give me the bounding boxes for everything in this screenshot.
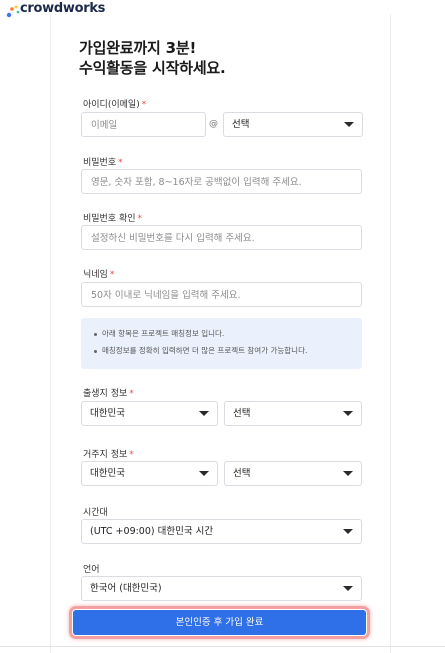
verify-and-signup-button[interactable]: 본인인증 후 가입 완료 (73, 610, 366, 635)
nickname-input[interactable] (82, 284, 361, 307)
password-field[interactable] (81, 169, 362, 194)
residence-label-text: 거주지 정보 (83, 450, 128, 460)
language-label: 언어 (83, 565, 100, 575)
chevron-down-icon (199, 411, 209, 416)
password-input[interactable] (82, 171, 361, 194)
residence-label: 거주지 정보 * (83, 447, 134, 460)
password-confirm-label: 비밀번호 확인 * (83, 211, 142, 224)
birthplace-region-value: 선택 (233, 408, 251, 419)
chevron-down-icon (343, 471, 353, 476)
password-confirm-field[interactable] (81, 225, 362, 250)
notice-text: 아래 항목은 프로젝트 매칭정보 입니다. (102, 329, 225, 338)
headline-line1: 가입완료까지 3분! (79, 39, 197, 57)
residence-country-value: 대한민국 (90, 468, 125, 479)
password-confirm-label-text: 비밀번호 확인 (83, 214, 136, 224)
residence-country-select[interactable]: 대한민국 (81, 461, 218, 486)
notice-item: 아래 항목은 프로젝트 매칭정보 입니다. (94, 325, 362, 342)
at-symbol: @ (209, 119, 218, 129)
email-label-text: 아이디(이메일) (83, 100, 140, 110)
matching-info-notice: 아래 항목은 프로젝트 매칭정보 입니다. 매칭정보를 정확히 입력하면 더 많… (81, 318, 362, 369)
nickname-label: 닉네임 * (83, 267, 114, 280)
notice-text: 매칭정보를 정확히 입력하면 더 많은 프로젝트 참여가 가능합니다. (102, 346, 308, 355)
birthplace-country-value: 대한민국 (90, 408, 125, 419)
chevron-down-icon (343, 586, 353, 591)
required-mark: * (118, 158, 123, 168)
chevron-down-icon (199, 471, 209, 476)
bullet-icon (94, 349, 97, 353)
birthplace-label-text: 출생지 정보 (83, 389, 128, 399)
birthplace-region-select[interactable]: 선택 (224, 401, 362, 426)
required-mark: * (141, 100, 147, 110)
divider (0, 646, 445, 647)
birthplace-country-select[interactable]: 대한민국 (81, 401, 218, 426)
language-value: 한국어 (대한민국) (90, 583, 162, 594)
email-input[interactable] (82, 114, 205, 137)
timezone-value: (UTC +09:00) 대한민국 시간 (90, 526, 214, 537)
headline-line2: 수익활동을 시작하세요. (79, 59, 226, 77)
language-select[interactable]: 한국어 (대한민국) (81, 576, 362, 601)
birthplace-label: 출생지 정보 * (83, 386, 134, 399)
required-mark: * (137, 214, 143, 224)
crowdworks-logo-icon (6, 5, 20, 18)
password-label-text: 비밀번호 (83, 158, 117, 168)
password-confirm-input[interactable] (82, 227, 361, 250)
required-mark: * (109, 270, 115, 280)
notice-item: 매칭정보를 정확히 입력하면 더 많은 프로젝트 참여가 가능합니다. (94, 342, 362, 359)
chevron-down-icon (343, 411, 353, 416)
timezone-select[interactable]: (UTC +09:00) 대한민국 시간 (81, 519, 362, 544)
email-label: 아이디(이메일) * (83, 97, 146, 110)
email-field[interactable] (81, 112, 206, 137)
bullet-icon (94, 332, 97, 336)
chevron-down-icon (343, 529, 353, 534)
email-domain-value: 선택 (232, 119, 250, 130)
password-label: 비밀번호 * (83, 155, 123, 168)
required-mark: * (129, 389, 134, 399)
chevron-down-icon (344, 122, 354, 127)
nickname-field[interactable] (81, 282, 362, 307)
required-mark: * (129, 450, 134, 460)
email-domain-select[interactable]: 선택 (223, 112, 363, 137)
nickname-label-text: 닉네임 (83, 270, 108, 280)
residence-region-select[interactable]: 선택 (224, 461, 362, 486)
timezone-label: 시간대 (83, 508, 108, 518)
residence-region-value: 선택 (233, 468, 251, 479)
